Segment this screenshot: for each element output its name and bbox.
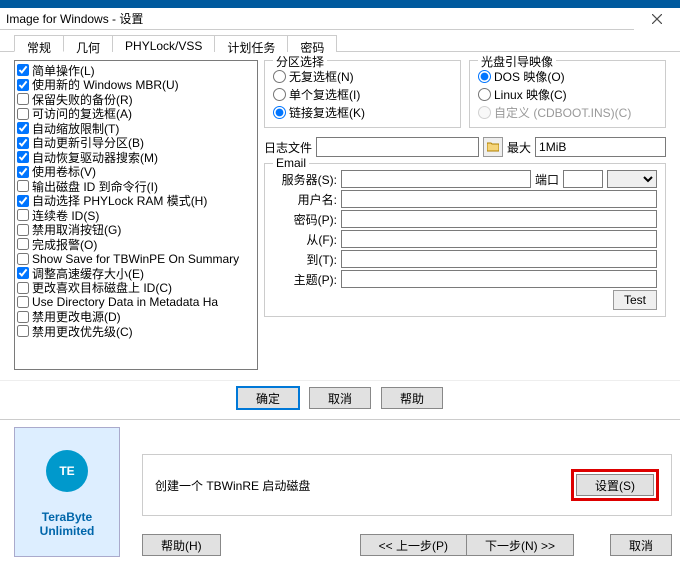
boot-option-2: 自定义 (CDBOOT.INS)(C)	[478, 103, 657, 121]
port-type-select[interactable]	[607, 170, 657, 188]
checkbox[interactable]	[17, 296, 29, 308]
window-title: Image for Windows - 设置	[6, 10, 143, 27]
tab-strip: 常规几何PHYLock/VSS计划任务密码	[0, 30, 680, 52]
tab-2[interactable]: PHYLock/VSS	[112, 35, 215, 52]
checkbox[interactable]	[17, 108, 29, 120]
server-label: 服务器(S):	[273, 171, 337, 188]
radio-label: 单个复选框(I)	[289, 86, 360, 103]
checkbox[interactable]	[17, 267, 29, 279]
create-disk-label: 创建一个 TBWinRE 启动磁盘	[155, 477, 310, 494]
user-label: 用户名:	[273, 191, 337, 208]
radio[interactable]	[273, 106, 286, 119]
tab-4[interactable]: 密码	[287, 35, 337, 52]
server-input[interactable]	[341, 170, 531, 188]
checkbox[interactable]	[17, 195, 29, 207]
checkbox[interactable]	[17, 253, 29, 265]
close-button[interactable]	[634, 8, 680, 30]
check-option-18[interactable]: 禁用更改优先级(C)	[17, 324, 255, 339]
checkbox[interactable]	[17, 282, 29, 294]
checkbox[interactable]	[17, 137, 29, 149]
radio-label: DOS 映像(O)	[494, 68, 565, 85]
checkbox[interactable]	[17, 93, 29, 105]
settings-button[interactable]: 设置(S)	[576, 474, 654, 496]
checkbox[interactable]	[17, 311, 29, 323]
options-checklist[interactable]: 简单操作(L)使用新的 Windows MBR(U)保留失败的备份(R)可访问的…	[14, 60, 258, 370]
email-label: Email	[273, 156, 309, 170]
log-max-input[interactable]	[535, 137, 666, 157]
dialog-buttons: 确定 取消 帮助	[0, 380, 680, 415]
boot-image-group: 光盘引导映像 DOS 映像(O)Linux 映像(C)自定义 (CDBOOT.I…	[469, 60, 666, 128]
checkbox[interactable]	[17, 180, 29, 192]
checkbox[interactable]	[17, 79, 29, 91]
checkbox[interactable]	[17, 122, 29, 134]
next-button[interactable]: 下一步(N) >>	[466, 534, 574, 556]
help-button[interactable]: 帮助	[381, 387, 443, 409]
partition-option-2[interactable]: 链接复选框(K)	[273, 103, 452, 121]
checkbox[interactable]	[17, 325, 29, 337]
radio[interactable]	[478, 88, 491, 101]
create-disk-row: 创建一个 TBWinRE 启动磁盘 设置(S)	[142, 454, 672, 516]
boot-option-1[interactable]: Linux 映像(C)	[478, 85, 657, 103]
check-option-12[interactable]: 完成报警(O)	[17, 237, 255, 252]
test-button[interactable]: Test	[613, 290, 657, 310]
checkbox[interactable]	[17, 64, 29, 76]
check-label: 禁用更改优先级(C)	[32, 323, 133, 340]
radio[interactable]	[273, 70, 286, 83]
boot-image-label: 光盘引导映像	[478, 53, 556, 70]
help-button-bottom[interactable]: 帮助(H)	[142, 534, 221, 556]
check-label: Use Directory Data in Metadata Ha	[32, 295, 218, 309]
checkbox[interactable]	[17, 166, 29, 178]
check-label: 完成报警(O)	[32, 236, 97, 253]
pass-input[interactable]	[341, 210, 657, 228]
to-label: 到(T):	[273, 251, 337, 268]
to-input[interactable]	[341, 250, 657, 268]
log-label: 日志文件	[264, 139, 312, 156]
subject-input[interactable]	[341, 270, 657, 288]
settings-highlight: 设置(S)	[571, 469, 659, 501]
log-max-label: 最大	[507, 139, 531, 156]
brand-sub: Unlimited	[40, 524, 95, 538]
brand-panel: TE TeraByte Unlimited	[14, 427, 120, 557]
radio-label: 自定义 (CDBOOT.INS)(C)	[494, 104, 631, 121]
checkbox[interactable]	[17, 238, 29, 250]
port-input[interactable]	[563, 170, 603, 188]
user-input[interactable]	[341, 190, 657, 208]
radio[interactable]	[478, 70, 491, 83]
radio[interactable]	[273, 88, 286, 101]
cancel-button[interactable]: 取消	[309, 387, 371, 409]
browse-folder-icon[interactable]	[483, 137, 503, 157]
check-label: Show Save for TBWinPE On Summary	[32, 252, 239, 266]
radio-label: 无复选框(N)	[289, 68, 354, 85]
check-label: 更改喜欢目标磁盘上 ID(C)	[32, 279, 172, 296]
subject-label: 主题(P):	[273, 271, 337, 288]
title-bar: Image for Windows - 设置	[0, 8, 680, 30]
tab-0[interactable]: 常规	[14, 35, 64, 52]
from-input[interactable]	[341, 230, 657, 248]
tab-3[interactable]: 计划任务	[214, 35, 288, 52]
checkbox[interactable]	[17, 151, 29, 163]
checkbox[interactable]	[17, 209, 29, 221]
brand-logo-icon: TE	[46, 450, 88, 492]
from-label: 从(F):	[273, 231, 337, 248]
radio-label: Linux 映像(C)	[494, 86, 567, 103]
port-label: 端口	[535, 171, 559, 188]
partition-option-1[interactable]: 单个复选框(I)	[273, 85, 452, 103]
cancel-button-bottom[interactable]: 取消	[610, 534, 672, 556]
radio	[478, 106, 491, 119]
partition-select-group: 分区选择 无复选框(N)单个复选框(I)链接复选框(K)	[264, 60, 461, 128]
tab-1[interactable]: 几何	[63, 35, 113, 52]
checkbox[interactable]	[17, 224, 29, 236]
check-option-15[interactable]: 更改喜欢目标磁盘上 ID(C)	[17, 281, 255, 296]
prev-button[interactable]: << 上一步(P)	[360, 534, 467, 556]
partition-select-label: 分区选择	[273, 53, 327, 70]
brand-name: TeraByte	[40, 510, 95, 524]
log-file-input[interactable]	[316, 137, 479, 157]
ok-button[interactable]: 确定	[237, 387, 299, 409]
email-group: Email 服务器(S): 端口 用户名: 密码(P): 从(F):	[264, 163, 666, 317]
radio-label: 链接复选框(K)	[289, 104, 365, 121]
pass-label: 密码(P):	[273, 211, 337, 228]
